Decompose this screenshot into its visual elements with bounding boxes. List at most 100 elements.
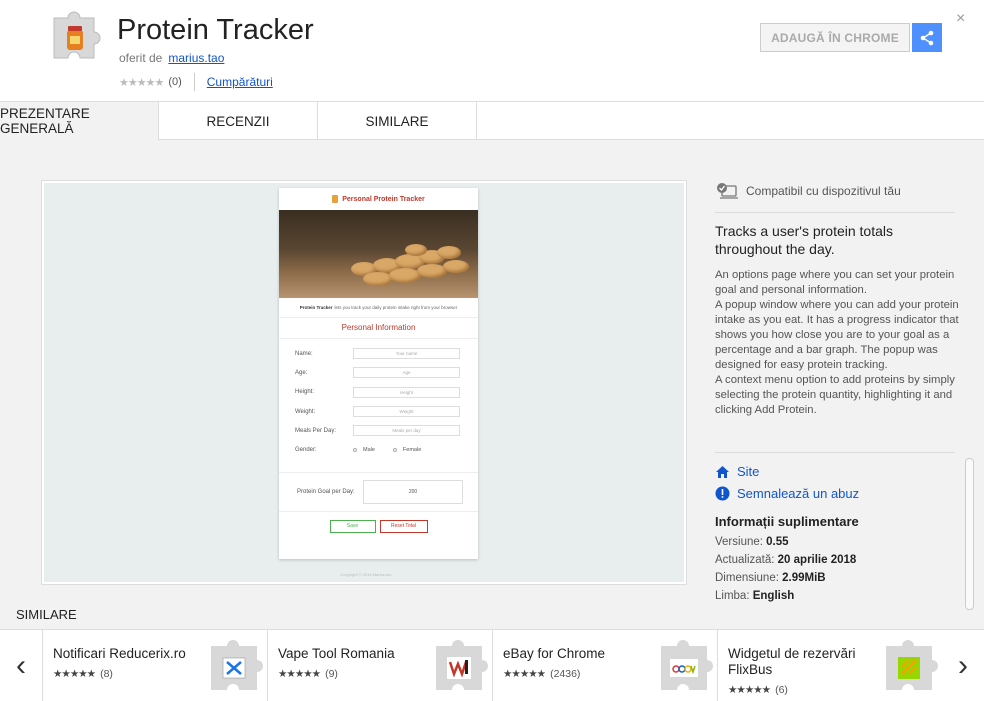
offered-by: oferit de marius.tao <box>119 51 224 65</box>
preview-app-title-text: Personal Protein Tracker <box>342 195 425 203</box>
rating-count: (8) <box>100 668 113 680</box>
home-icon <box>715 464 730 479</box>
report-abuse-link[interactable]: Semnalează un abuz <box>715 486 859 501</box>
extension-summary: Tracks a user's protein totals throughou… <box>715 223 894 257</box>
form-label: Height: <box>295 389 315 396</box>
similar-card-rating: ★★★★★ (6) <box>728 684 788 696</box>
similar-card[interactable]: eBay for Chrome ★★★★★ (2436) <box>492 630 717 701</box>
goal-row: Protein Goal per Day: 200 <box>279 471 478 512</box>
rating-stars: ★★★★★ <box>119 76 164 89</box>
similar-card-name: Vape Tool Romania <box>278 646 395 661</box>
size-info: Dimensiune: 2.99MiB <box>715 572 826 584</box>
report-abuse-label: Semnalează un abuz <box>737 486 860 501</box>
add-to-chrome-button[interactable]: ADAUGĂ ÎN CHROME <box>760 23 910 52</box>
additional-info-title: Informații suplimentare <box>715 514 859 529</box>
age-field: Age <box>353 367 460 379</box>
form-row-weight: Weight: Weight <box>279 402 478 421</box>
similar-card-name: Notificari Reducerix.ro <box>53 646 186 661</box>
tab-overview[interactable]: PREZENTARE GENERALĂ <box>0 102 159 141</box>
height-field: Height <box>353 386 460 398</box>
similar-card[interactable]: Vape Tool Romania ★★★★★ (9) <box>267 630 492 701</box>
similar-carousel: ‹ Notificari Reducerix.ro ★★★★★ (8) Vape… <box>0 629 984 701</box>
site-link-label: Site <box>737 464 760 479</box>
form-row-age: Age: Age <box>279 363 478 382</box>
divider <box>715 212 955 213</box>
close-icon[interactable]: × <box>956 10 965 28</box>
rating-stars: ★★★★★ <box>503 668 546 680</box>
preview-copyright: Copyright © 2018 Marius.tao <box>340 572 392 577</box>
language-info: Limba: English <box>715 590 794 602</box>
rating-stars: ★★★★★ <box>53 668 96 680</box>
ebay-icon <box>661 640 713 690</box>
similar-section-title: SIMILARE <box>16 607 77 622</box>
preview-app-title: Personal Protein Tracker <box>279 188 478 210</box>
similar-card-name: Widgetul de rezervări FlixBus <box>728 646 856 677</box>
rating-count[interactable]: (0) <box>168 76 181 88</box>
rating-stars: ★★★★★ <box>278 668 321 680</box>
peanuts-image <box>279 210 478 298</box>
preview-tagline: Protein Tracker lets you track your dail… <box>279 298 478 318</box>
updated-info: Actualizată: 20 aprilie 2018 <box>715 554 856 566</box>
preview-buttons: Save Reset Total <box>279 512 478 533</box>
goal-field: 200 <box>363 479 463 504</box>
radio-icon <box>392 448 397 453</box>
form-row-name: Name: Your name <box>279 344 478 363</box>
size-value: 2.99MiB <box>782 572 826 584</box>
similar-card-rating: ★★★★★ (9) <box>278 668 338 680</box>
share-button[interactable] <box>912 23 942 52</box>
extension-header: Protein Tracker oferit de marius.tao ★★★★… <box>0 0 984 102</box>
size-label: Dimensiune: <box>715 572 779 584</box>
version-label: Versiune: <box>715 536 763 548</box>
device-check-icon <box>717 183 738 199</box>
preview-section-title: Personal Information <box>279 318 478 339</box>
preview-reset-button: Reset Total <box>379 519 428 533</box>
chevron-left-icon: ‹ <box>16 649 26 682</box>
rating-row: ★★★★★ (0) Cumpărături <box>119 73 273 91</box>
app-title: Protein Tracker <box>117 14 314 46</box>
similar-card-name: eBay for Chrome <box>503 646 606 661</box>
language-value: English <box>752 590 795 602</box>
similar-card[interactable]: Notificari Reducerix.ro ★★★★★ (8) <box>42 630 267 701</box>
radio-icon <box>353 448 357 453</box>
form-label: Name: <box>295 350 313 357</box>
offered-by-label: oferit de <box>119 51 163 65</box>
chevron-right-icon: › <box>958 649 968 682</box>
tab-bar: PREZENTARE GENERALĂ RECENZII SIMILARE <box>0 102 984 141</box>
preview-save-button: Save <box>329 519 376 533</box>
screenshot-preview[interactable]: Personal Protein Tracker Protein Tracker… <box>42 181 686 584</box>
updated-label: Actualizată: <box>715 554 775 566</box>
flixbus-icon <box>886 640 938 690</box>
form-label: Meals Per Day: <box>295 427 337 434</box>
similar-card[interactable]: Widgetul de rezervări FlixBus ★★★★★ (6) <box>717 630 942 701</box>
meals-field: Meals per day <box>353 425 460 437</box>
compatibility-text: Compatibil cu dispozitivul tău <box>746 184 901 198</box>
reducerix-icon <box>211 640 263 690</box>
tab-reviews[interactable]: RECENZII <box>159 102 318 140</box>
rating-count: (9) <box>325 668 338 680</box>
goal-label: Protein Goal per Day: <box>297 488 355 495</box>
preview-tagline-text: lets you track your daily protein intake… <box>334 305 458 310</box>
gender-male-label: Male <box>363 447 375 454</box>
form-label: Weight: <box>295 408 316 415</box>
language-label: Limba: <box>715 590 750 602</box>
preview-tagline-bold: Protein Tracker <box>299 305 333 310</box>
rating-count: (2436) <box>550 668 581 680</box>
weight-field: Weight <box>353 406 460 418</box>
carousel-prev-button[interactable]: ‹ <box>0 630 42 701</box>
alert-icon <box>715 486 730 501</box>
form-label: Age: <box>295 369 308 376</box>
share-icon <box>920 30 934 45</box>
author-link[interactable]: marius.tao <box>168 51 224 65</box>
site-link[interactable]: Site <box>715 464 759 479</box>
version-info: Versiune: 0.55 <box>715 536 789 548</box>
tab-related[interactable]: SIMILARE <box>318 102 477 140</box>
preview-app-window: Personal Protein Tracker Protein Tracker… <box>279 188 478 559</box>
compatibility-note: Compatibil cu dispozitivul tău <box>716 182 901 200</box>
carousel-next-button[interactable]: › <box>942 630 984 701</box>
scrollbar[interactable] <box>965 458 974 610</box>
puzzle-extension-icon <box>53 11 101 59</box>
form-row-height: Height: Height <box>279 383 478 402</box>
similar-card-rating: ★★★★★ (2436) <box>503 668 580 680</box>
category-link[interactable]: Cumpărături <box>207 75 273 89</box>
divider <box>715 452 955 453</box>
